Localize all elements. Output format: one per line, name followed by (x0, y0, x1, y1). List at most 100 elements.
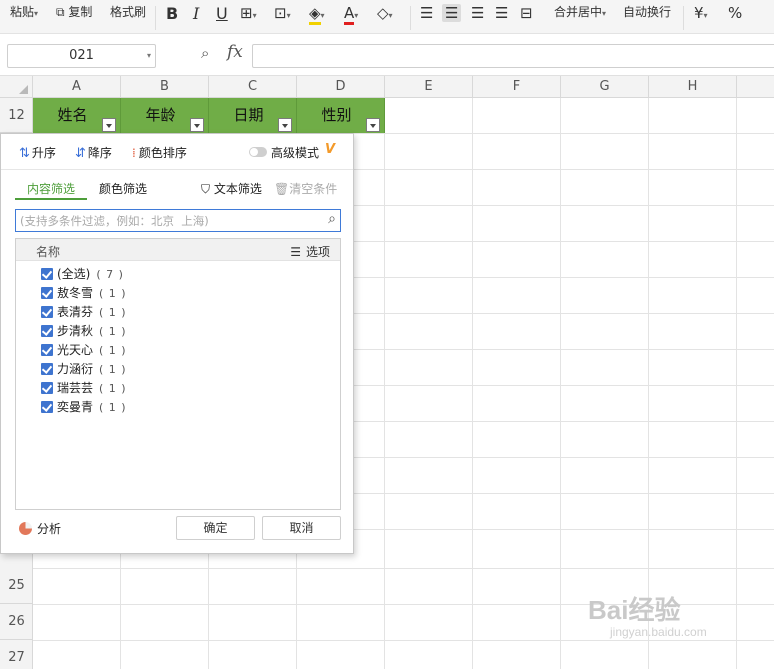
funnel-icon: ⛉ (201, 182, 211, 196)
column-header[interactable]: D (297, 76, 385, 98)
sort-bar: ⇅ 升序 ⇵ 降序 ⁞ 颜色排序 高级模式 V (1, 134, 353, 170)
row-header[interactable]: 27 (0, 640, 33, 669)
header-cell-name[interactable]: 姓名 (33, 98, 121, 133)
zoom-icon[interactable]: ⌕ (201, 44, 209, 62)
column-header[interactable]: A (33, 76, 121, 98)
tab-color-filter[interactable]: 颜色筛选 (99, 180, 147, 197)
copy-button[interactable]: ⧉ 复制 (56, 0, 92, 34)
color-sort-label: 颜色排序 (138, 146, 187, 160)
justify-icon: ☰ (495, 4, 509, 22)
checkbox-checked[interactable] (41, 382, 53, 394)
search-icon[interactable]: ⌕ (328, 211, 336, 227)
fill-format-button[interactable]: ⊡▾ (274, 4, 291, 22)
column-header[interactable]: E (385, 76, 473, 98)
item-count: ( 7 ) (96, 268, 124, 281)
fill-color-button[interactable]: ◈▾ (309, 4, 325, 25)
paste-button[interactable]: 粘贴▾ (10, 0, 38, 34)
checkbox-checked[interactable] (41, 325, 53, 337)
filter-dropdown-button[interactable] (102, 118, 116, 132)
column-header[interactable]: B (121, 76, 209, 98)
percent-button[interactable]: % (728, 4, 742, 22)
list-item[interactable]: 奕曼青 ( 1 ) (41, 398, 127, 417)
filter-search-input[interactable] (20, 212, 315, 230)
options-button[interactable]: ☰ 选项 (290, 243, 330, 260)
column-header[interactable]: H (649, 76, 737, 98)
clear-button[interactable]: ◇▾ (377, 4, 393, 22)
font-color-button[interactable]: A▾ (344, 4, 358, 25)
align-left-button[interactable]: ☰ (420, 4, 433, 22)
sort-descending-button[interactable]: ⇵ 降序 (75, 144, 112, 161)
column-header[interactable]: C (209, 76, 297, 98)
grid-line (384, 98, 385, 669)
align-center-button[interactable]: ☰ (442, 4, 462, 22)
grid-line (648, 98, 649, 669)
list-item[interactable]: 瑞芸芸 ( 1 ) (41, 379, 127, 398)
border-button[interactable]: ⊞▾ (240, 4, 257, 22)
currency-button[interactable]: ¥▾ (694, 4, 708, 22)
select-all-corner[interactable] (0, 76, 33, 98)
list-item[interactable]: 光天心 ( 1 ) (41, 341, 127, 360)
header-cell-label: 性别 (321, 106, 352, 124)
filter-dropdown-button[interactable] (190, 118, 204, 132)
cancel-button[interactable]: 取消 (262, 516, 341, 540)
ribbon-toolbar: 粘贴▾ ⧉ 复制 格式刷 B I U ⊞▾ ⊡▾ ◈▾ A▾ ◇▾ ☰ ☰ ☰ … (0, 0, 774, 34)
advanced-mode-toggle[interactable] (249, 147, 267, 157)
analysis-label: 分析 (37, 522, 62, 536)
formula-input[interactable] (252, 44, 774, 68)
justify-button[interactable]: ☰ (495, 4, 508, 22)
item-label: 瑞芸芸 (57, 381, 94, 395)
list-item-select-all[interactable]: (全选) ( 7 ) (41, 265, 124, 284)
item-label: 力涵衍 (57, 362, 94, 376)
ok-button[interactable]: 确定 (176, 516, 255, 540)
checkbox-checked[interactable] (41, 401, 53, 413)
italic-button[interactable]: I (193, 4, 199, 23)
filter-footer: 分析 确定 取消 (1, 511, 353, 553)
column-headers: A B C D E F G H (0, 76, 774, 98)
sort-ascending-button[interactable]: ⇅ 升序 (19, 144, 56, 161)
column-header[interactable]: F (473, 76, 561, 98)
tab-content-filter[interactable]: 内容筛选 (27, 180, 75, 197)
bold-button[interactable]: B (166, 4, 178, 23)
sort-descending-label: 降序 (87, 146, 112, 160)
underline-button[interactable]: U (216, 4, 228, 23)
name-box[interactable]: 021 ▾ (7, 44, 156, 68)
header-cell-date[interactable]: 日期 (209, 98, 297, 133)
filter-dropdown-button[interactable] (366, 118, 380, 132)
copy-label: 复制 (68, 5, 93, 19)
format-painter-button[interactable]: 格式刷 (110, 0, 146, 34)
filter-dropdown-button[interactable] (278, 118, 292, 132)
column-header[interactable]: G (561, 76, 649, 98)
fx-icon[interactable]: fx (227, 42, 243, 62)
header-cell-gender[interactable]: 性别 (297, 98, 385, 133)
list-item[interactable]: 步清秋 ( 1 ) (41, 322, 127, 341)
header-cell-age[interactable]: 年龄 (121, 98, 209, 133)
checkbox-checked[interactable] (41, 344, 53, 356)
list-item[interactable]: 表清芬 ( 1 ) (41, 303, 127, 322)
checkbox-checked[interactable] (41, 363, 53, 375)
list-header-name: 名称 (36, 245, 61, 259)
analysis-button[interactable]: 分析 (19, 520, 61, 537)
wrap-text-button[interactable]: 自动换行 (623, 0, 671, 34)
watermark-url: jingyan.baidu.com (610, 625, 707, 639)
row-header[interactable]: 12 (0, 98, 33, 133)
clear-conditions-button[interactable]: 🗑清空条件 (274, 180, 337, 197)
checkbox-checked[interactable] (41, 287, 53, 299)
color-sort-button[interactable]: ⁞ 颜色排序 (132, 144, 187, 161)
checkbox-checked[interactable] (41, 306, 53, 318)
distribute-button[interactable]: ⊟ (520, 4, 533, 22)
checkbox-checked[interactable] (41, 268, 53, 280)
filter-popup: ⇅ 升序 ⇵ 降序 ⁞ 颜色排序 高级模式 V 内容筛选 颜色筛选 ⛉ 文本筛选 🗑清… (0, 133, 354, 554)
merge-center-button[interactable]: 合并居中▾ (554, 0, 606, 34)
table-header-row: 姓名 年龄 日期 性别 (33, 98, 385, 133)
row-header[interactable]: 26 (0, 604, 33, 640)
toolbar-divider (683, 6, 684, 30)
options-label: 选项 (305, 245, 330, 259)
align-right-button[interactable]: ☰ (471, 4, 484, 22)
list-item[interactable]: 敖冬雪 ( 1 ) (41, 284, 127, 303)
color-sort-icon: ⁞ (132, 146, 136, 160)
text-filter-button[interactable]: ⛉ 文本筛选 (201, 180, 262, 197)
row-header[interactable]: 25 (0, 568, 33, 604)
watermark-brand: Bai经验 (588, 595, 681, 625)
currency-icon: ¥ (694, 4, 704, 22)
list-item[interactable]: 力涵衍 ( 1 ) (41, 360, 127, 379)
